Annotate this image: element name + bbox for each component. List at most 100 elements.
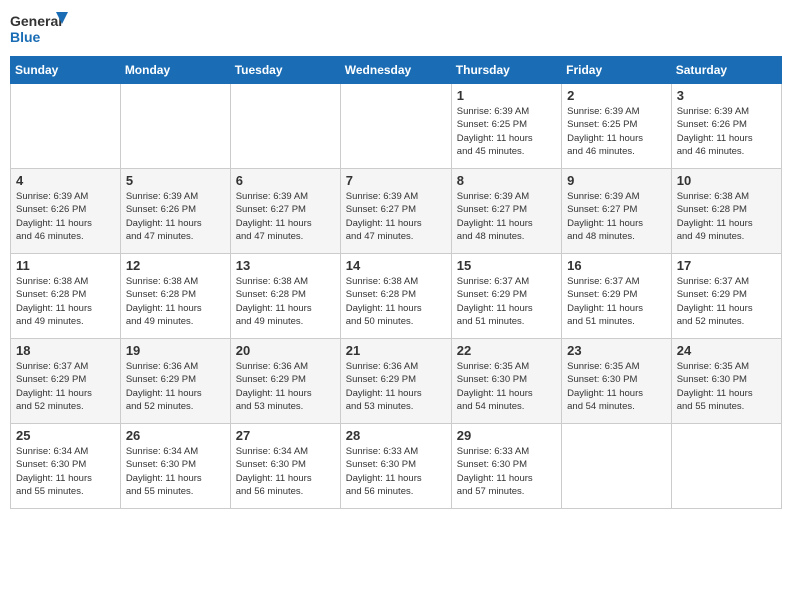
- day-info: Sunrise: 6:33 AM Sunset: 6:30 PM Dayligh…: [457, 445, 556, 498]
- svg-text:Blue: Blue: [10, 29, 41, 45]
- day-of-week-header: Friday: [562, 57, 672, 84]
- logo: GeneralBlue: [10, 10, 70, 48]
- day-number: 5: [126, 173, 225, 188]
- svg-text:General: General: [10, 13, 62, 29]
- calendar-cell: 5Sunrise: 6:39 AM Sunset: 6:26 PM Daylig…: [120, 169, 230, 254]
- day-number: 1: [457, 88, 556, 103]
- day-number: 8: [457, 173, 556, 188]
- calendar-cell: 12 Sunrise: 6:38 AM Sunset: 6:28 PM Dayli…: [120, 254, 230, 339]
- day-of-week-header: Thursday: [451, 57, 561, 84]
- day-number: 26: [126, 428, 225, 443]
- calendar-cell: 22 Sunrise: 6:35 AM Sunset: 6:30 PM Dayli…: [451, 339, 561, 424]
- calendar-cell: 24 Sunrise: 6:35 AM Sunset: 6:30 PM Dayli…: [671, 339, 781, 424]
- calendar-cell: 4 Sunrise: 6:39 AM Sunset: 6:26 PM Daylig…: [11, 169, 121, 254]
- calendar-cell: 13Sunrise: 6:38 AM Sunset: 6:28 PM Dayli…: [230, 254, 340, 339]
- day-number: 28: [346, 428, 446, 443]
- day-info: Sunrise: 6:39 AM Sunset: 6:25 PM Dayligh…: [567, 105, 666, 158]
- day-number: 22: [457, 343, 556, 358]
- calendar-cell: 27 Sunrise: 6:34 AM Sunset: 6:30 PM Dayli…: [230, 424, 340, 509]
- day-info: Sunrise: 6:36 AM Sunset: 6:29 PM Dayligh…: [236, 360, 335, 413]
- day-number: 12: [126, 258, 225, 273]
- day-number: 24: [677, 343, 776, 358]
- day-of-week-header: Saturday: [671, 57, 781, 84]
- calendar-cell: [120, 84, 230, 169]
- day-number: 17: [677, 258, 776, 273]
- day-info: Sunrise: 6:39 AM Sunset: 6:27 PM Dayligh…: [346, 190, 446, 243]
- calendar-cell: 8 Sunrise: 6:39 AM Sunset: 6:27 PM Daylig…: [451, 169, 561, 254]
- calendar-cell: [340, 84, 451, 169]
- day-number: 19: [126, 343, 225, 358]
- day-number: 4: [16, 173, 115, 188]
- calendar-cell: 18Sunrise: 6:37 AM Sunset: 6:29 PM Dayli…: [11, 339, 121, 424]
- day-info: Sunrise: 6:36 AM Sunset: 6:29 PM Dayligh…: [126, 360, 225, 413]
- calendar-cell: [11, 84, 121, 169]
- day-info: Sunrise: 6:38 AM Sunset: 6:28 PM Dayligh…: [677, 190, 776, 243]
- calendar-cell: 7 Sunrise: 6:39 AM Sunset: 6:27 PM Daylig…: [340, 169, 451, 254]
- calendar-table: SundayMondayTuesdayWednesdayThursdayFrid…: [10, 56, 782, 509]
- day-number: 9: [567, 173, 666, 188]
- calendar-week-row: 25 Sunrise: 6:34 AM Sunset: 6:30 PM Dayli…: [11, 424, 782, 509]
- day-info: Sunrise: 6:39 AM Sunset: 6:27 PM Dayligh…: [457, 190, 556, 243]
- day-info: Sunrise: 6:39 AM Sunset: 6:27 PM Dayligh…: [236, 190, 335, 243]
- day-number: 6: [236, 173, 335, 188]
- day-number: 11: [16, 258, 115, 273]
- calendar-cell: [562, 424, 672, 509]
- calendar-cell: 28 Sunrise: 6:33 AM Sunset: 6:30 PM Dayli…: [340, 424, 451, 509]
- day-info: Sunrise: 6:33 AM Sunset: 6:30 PM Dayligh…: [346, 445, 446, 498]
- calendar-cell: 10 Sunrise: 6:38 AM Sunset: 6:28 PM Dayli…: [671, 169, 781, 254]
- day-number: 21: [346, 343, 446, 358]
- day-number: 7: [346, 173, 446, 188]
- day-of-week-header: Tuesday: [230, 57, 340, 84]
- calendar-cell: 9 Sunrise: 6:39 AM Sunset: 6:27 PM Daylig…: [562, 169, 672, 254]
- day-number: 27: [236, 428, 335, 443]
- calendar-cell: 1 Sunrise: 6:39 AM Sunset: 6:25 PM Daylig…: [451, 84, 561, 169]
- calendar-cell: 23 Sunrise: 6:35 AM Sunset: 6:30 PM Dayli…: [562, 339, 672, 424]
- calendar-cell: 3Sunrise: 6:39 AM Sunset: 6:26 PM Daylig…: [671, 84, 781, 169]
- day-number: 23: [567, 343, 666, 358]
- day-info: Sunrise: 6:35 AM Sunset: 6:30 PM Dayligh…: [457, 360, 556, 413]
- day-number: 14: [346, 258, 446, 273]
- day-of-week-header: Sunday: [11, 57, 121, 84]
- calendar-cell: 26 Sunrise: 6:34 AM Sunset: 6:30 PM Dayli…: [120, 424, 230, 509]
- day-info: Sunrise: 6:38 AM Sunset: 6:28 PM Dayligh…: [126, 275, 225, 328]
- calendar-cell: [671, 424, 781, 509]
- calendar-cell: 6 Sunrise: 6:39 AM Sunset: 6:27 PM Daylig…: [230, 169, 340, 254]
- day-info: Sunrise: 6:39 AM Sunset: 6:25 PM Dayligh…: [457, 105, 556, 158]
- day-info: Sunrise: 6:38 AM Sunset: 6:28 PM Dayligh…: [346, 275, 446, 328]
- calendar-week-row: 4 Sunrise: 6:39 AM Sunset: 6:26 PM Daylig…: [11, 169, 782, 254]
- calendar-cell: 29 Sunrise: 6:33 AM Sunset: 6:30 PM Dayli…: [451, 424, 561, 509]
- day-info: Sunrise: 6:37 AM Sunset: 6:29 PM Dayligh…: [567, 275, 666, 328]
- calendar-cell: 16 Sunrise: 6:37 AM Sunset: 6:29 PM Dayli…: [562, 254, 672, 339]
- day-number: 25: [16, 428, 115, 443]
- day-number: 16: [567, 258, 666, 273]
- page-header: GeneralBlue: [10, 10, 782, 48]
- day-info: Sunrise: 6:39 AM Sunset: 6:27 PM Dayligh…: [567, 190, 666, 243]
- day-info: Sunrise: 6:34 AM Sunset: 6:30 PM Dayligh…: [126, 445, 225, 498]
- day-info: Sunrise: 6:37 AM Sunset: 6:29 PM Dayligh…: [457, 275, 556, 328]
- day-info: Sunrise: 6:35 AM Sunset: 6:30 PM Dayligh…: [567, 360, 666, 413]
- day-info: Sunrise: 6:34 AM Sunset: 6:30 PM Dayligh…: [16, 445, 115, 498]
- day-info: Sunrise: 6:39 AM Sunset: 6:26 PM Dayligh…: [677, 105, 776, 158]
- calendar-cell: 19 Sunrise: 6:36 AM Sunset: 6:29 PM Dayli…: [120, 339, 230, 424]
- logo-icon: GeneralBlue: [10, 10, 70, 48]
- day-info: Sunrise: 6:37 AM Sunset: 6:29 PM Dayligh…: [677, 275, 776, 328]
- day-info: Sunrise: 6:35 AM Sunset: 6:30 PM Dayligh…: [677, 360, 776, 413]
- day-number: 13: [236, 258, 335, 273]
- calendar-cell: 20 Sunrise: 6:36 AM Sunset: 6:29 PM Dayli…: [230, 339, 340, 424]
- day-info: Sunrise: 6:34 AM Sunset: 6:30 PM Dayligh…: [236, 445, 335, 498]
- calendar-header-row: SundayMondayTuesdayWednesdayThursdayFrid…: [11, 57, 782, 84]
- day-of-week-header: Monday: [120, 57, 230, 84]
- calendar-cell: 25 Sunrise: 6:34 AM Sunset: 6:30 PM Dayli…: [11, 424, 121, 509]
- calendar-week-row: 11 Sunrise: 6:38 AM Sunset: 6:28 PM Dayli…: [11, 254, 782, 339]
- calendar-cell: 2Sunrise: 6:39 AM Sunset: 6:25 PM Daylig…: [562, 84, 672, 169]
- day-number: 29: [457, 428, 556, 443]
- day-info: Sunrise: 6:39 AM Sunset: 6:26 PM Dayligh…: [16, 190, 115, 243]
- day-number: 18: [16, 343, 115, 358]
- day-number: 10: [677, 173, 776, 188]
- day-number: 15: [457, 258, 556, 273]
- calendar-cell: 15 Sunrise: 6:37 AM Sunset: 6:29 PM Dayli…: [451, 254, 561, 339]
- day-info: Sunrise: 6:38 AM Sunset: 6:28 PM Dayligh…: [16, 275, 115, 328]
- day-number: 20: [236, 343, 335, 358]
- calendar-cell: 14 Sunrise: 6:38 AM Sunset: 6:28 PM Dayli…: [340, 254, 451, 339]
- calendar-week-row: 1 Sunrise: 6:39 AM Sunset: 6:25 PM Daylig…: [11, 84, 782, 169]
